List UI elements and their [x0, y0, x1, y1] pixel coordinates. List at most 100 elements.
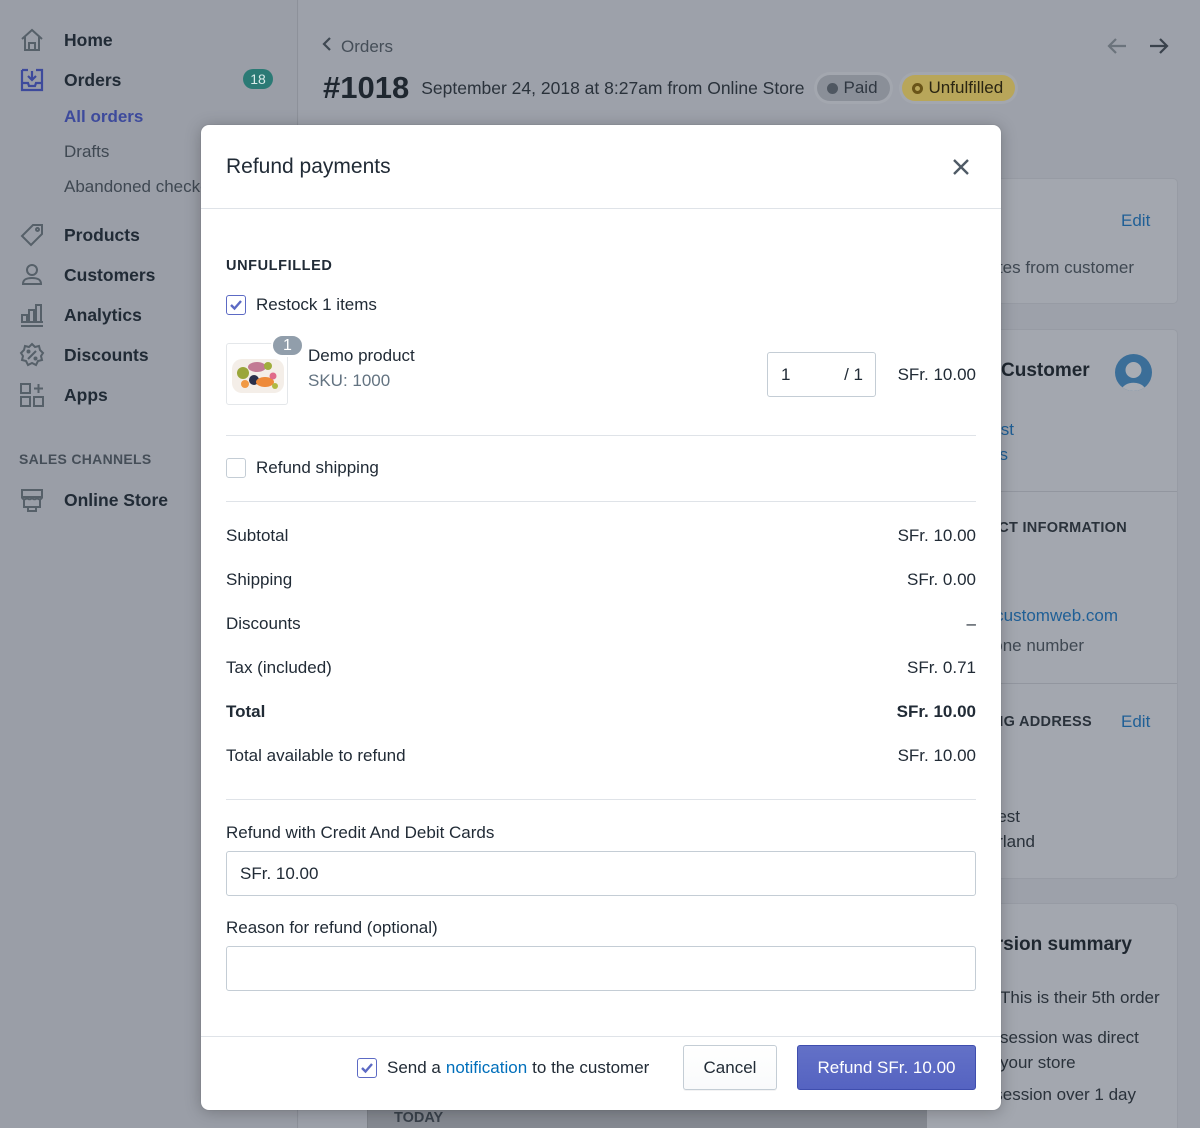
notify-prefix: Send a: [387, 1058, 441, 1077]
summary-label: Total available to refund: [226, 746, 406, 765]
fulfillment-status-label: Unfulfilled: [928, 78, 1004, 97]
arrow-right-icon[interactable]: [1147, 34, 1171, 63]
notes-edit-link[interactable]: Edit: [1121, 211, 1150, 231]
summary-value: SFr. 0.00: [907, 570, 976, 589]
notify-customer-row[interactable]: Send a notification to the customer: [357, 1058, 649, 1078]
notes-card: Edit No notes from customer: [958, 179, 1177, 303]
sidebar-subitem-all-orders[interactable]: All orders: [64, 107, 143, 127]
arrow-left-icon[interactable]: [1105, 34, 1129, 63]
summary-value: SFr. 10.00: [897, 526, 976, 545]
restock-checkbox-row[interactable]: Restock 1 items: [226, 295, 377, 315]
chevron-left-icon: [321, 36, 333, 57]
sidebar-item-customers[interactable]: Customers: [18, 260, 155, 290]
contact-phone: No phone number: [1000, 636, 1084, 655]
contact-email-link[interactable]: test@customweb.com: [1000, 606, 1118, 626]
product-name: Demo product: [308, 346, 415, 365]
quantity-value: 1: [781, 364, 791, 384]
modal-header: Refund payments: [201, 125, 1001, 209]
customer-card: Customer Test 5 orders CONTACT INFORMATI…: [1000, 330, 1177, 878]
summary-value: SFr. 0.71: [907, 658, 976, 677]
home-icon: [18, 26, 46, 54]
restock-label: Restock 1 items: [256, 295, 377, 314]
summary-value: SFr. 10.00: [896, 702, 976, 721]
shipping-line-2: Switzerland: [1000, 832, 1035, 851]
sidebar-subitem-drafts[interactable]: Drafts: [64, 142, 109, 162]
sidebar-item-home[interactable]: Home: [18, 25, 113, 55]
summary-label: Shipping: [226, 570, 293, 589]
notification-link[interactable]: notification: [446, 1058, 527, 1078]
restock-checkbox[interactable]: [226, 295, 246, 315]
reason-input[interactable]: [226, 946, 976, 991]
summary-row-tax: Tax (included) SFr. 0.71: [226, 658, 976, 678]
fulfillment-status-badge: Unfulfilled: [901, 75, 1016, 101]
store-icon: [18, 486, 46, 514]
tag-icon: [18, 221, 46, 249]
conversion-heading: Conversion summary: [1000, 934, 1132, 955]
customer-heading: Customer: [1001, 360, 1090, 381]
refund-method-label: Refund with Credit And Debit Cards: [226, 823, 495, 842]
shipping-edit-link[interactable]: Edit: [1121, 712, 1150, 732]
customer-orders-link[interactable]: 5 orders: [1000, 445, 1008, 465]
person-icon: [18, 261, 46, 289]
sales-channels-heading: SALES CHANNELS: [19, 451, 152, 467]
breadcrumb-orders[interactable]: Orders: [321, 36, 393, 57]
contact-heading: CONTACT INFORMATION: [1000, 520, 1127, 536]
customer-avatar: [1115, 354, 1152, 391]
refund-button[interactable]: Refund SFr. 10.00: [797, 1045, 976, 1090]
unfulfilled-heading: UNFULFILLED: [226, 258, 333, 274]
summary-label: Subtotal: [226, 526, 289, 545]
summary-row-total: Total SFr. 10.00: [226, 702, 976, 722]
checkmark-icon: [230, 300, 242, 311]
conversion-item: 1 session over 1 day: [1000, 1085, 1136, 1104]
refund-shipping-label: Refund shipping: [256, 458, 379, 477]
shipping-line-1: Test: [1000, 807, 1020, 826]
bar-chart-icon: [18, 301, 46, 329]
discount-icon: [18, 341, 46, 369]
order-header: #1018 September 24, 2018 at 8:27am from …: [323, 70, 1016, 106]
reason-label: Reason for refund (optional): [226, 918, 438, 937]
product-price: SFr. 10.00: [897, 365, 976, 384]
sidebar-item-apps[interactable]: Apps: [18, 380, 108, 410]
conversion-item: session was direct your store: [1000, 1028, 1139, 1072]
line-item: 1 Demo product SKU: 1000 1 / 1 SFr. 10.0…: [226, 334, 976, 407]
notify-customer-checkbox[interactable]: [357, 1058, 377, 1078]
sidebar-item-orders[interactable]: Orders: [18, 65, 121, 95]
summary-row-subtotal: Subtotal SFr. 10.00: [226, 526, 976, 546]
sidebar-item-products[interactable]: Products: [18, 220, 140, 250]
order-meta: September 24, 2018 at 8:27am from Online…: [421, 77, 805, 98]
timeline-today-heading: TODAY: [394, 1110, 444, 1126]
summary-row-shipping: Shipping SFr. 0.00: [226, 570, 976, 590]
close-icon: [953, 158, 969, 175]
refund-quantity-input[interactable]: 1 / 1: [767, 352, 876, 397]
shipping-address-heading: SHIPPING ADDRESS: [1000, 714, 1092, 730]
summary-label: Tax (included): [226, 658, 332, 677]
paid-dot-icon: [826, 82, 838, 94]
summary-value: SFr. 10.00: [897, 746, 976, 765]
quantity-max: / 1: [844, 364, 863, 384]
orders-icon: [18, 66, 46, 94]
cancel-button[interactable]: Cancel: [683, 1045, 777, 1090]
payment-status-badge: Paid: [816, 75, 890, 101]
close-button[interactable]: [946, 152, 976, 182]
sidebar-item-discounts[interactable]: Discounts: [18, 340, 149, 370]
product-sku: SKU: 1000: [308, 371, 391, 390]
refund-payments-modal: Refund payments UNFULFILLED Restock 1 it…: [201, 125, 1001, 1110]
refund-shipping-checkbox[interactable]: [226, 458, 246, 478]
divider: [226, 799, 976, 800]
refund-shipping-row[interactable]: Refund shipping: [226, 458, 379, 478]
modal-title: Refund payments: [226, 154, 391, 178]
summary-label: Discounts: [226, 614, 301, 633]
order-number: #1018: [323, 70, 410, 105]
payment-status-label: Paid: [843, 78, 878, 97]
orders-count-badge: 18: [243, 69, 273, 89]
refund-amount-input[interactable]: SFr. 10.00: [226, 851, 976, 896]
apps-icon: [18, 381, 46, 409]
unfulfilled-ring-icon: [911, 82, 923, 94]
sidebar-item-analytics[interactable]: Analytics: [18, 300, 142, 330]
quantity-badge: 1: [271, 334, 304, 357]
checkmark-icon: [361, 1063, 373, 1074]
order-pager: [1105, 34, 1171, 63]
customer-name-link[interactable]: Test: [1000, 420, 1014, 440]
refund-amount-value: SFr. 10.00: [240, 863, 319, 883]
sidebar-item-online-store[interactable]: Online Store: [18, 485, 168, 515]
